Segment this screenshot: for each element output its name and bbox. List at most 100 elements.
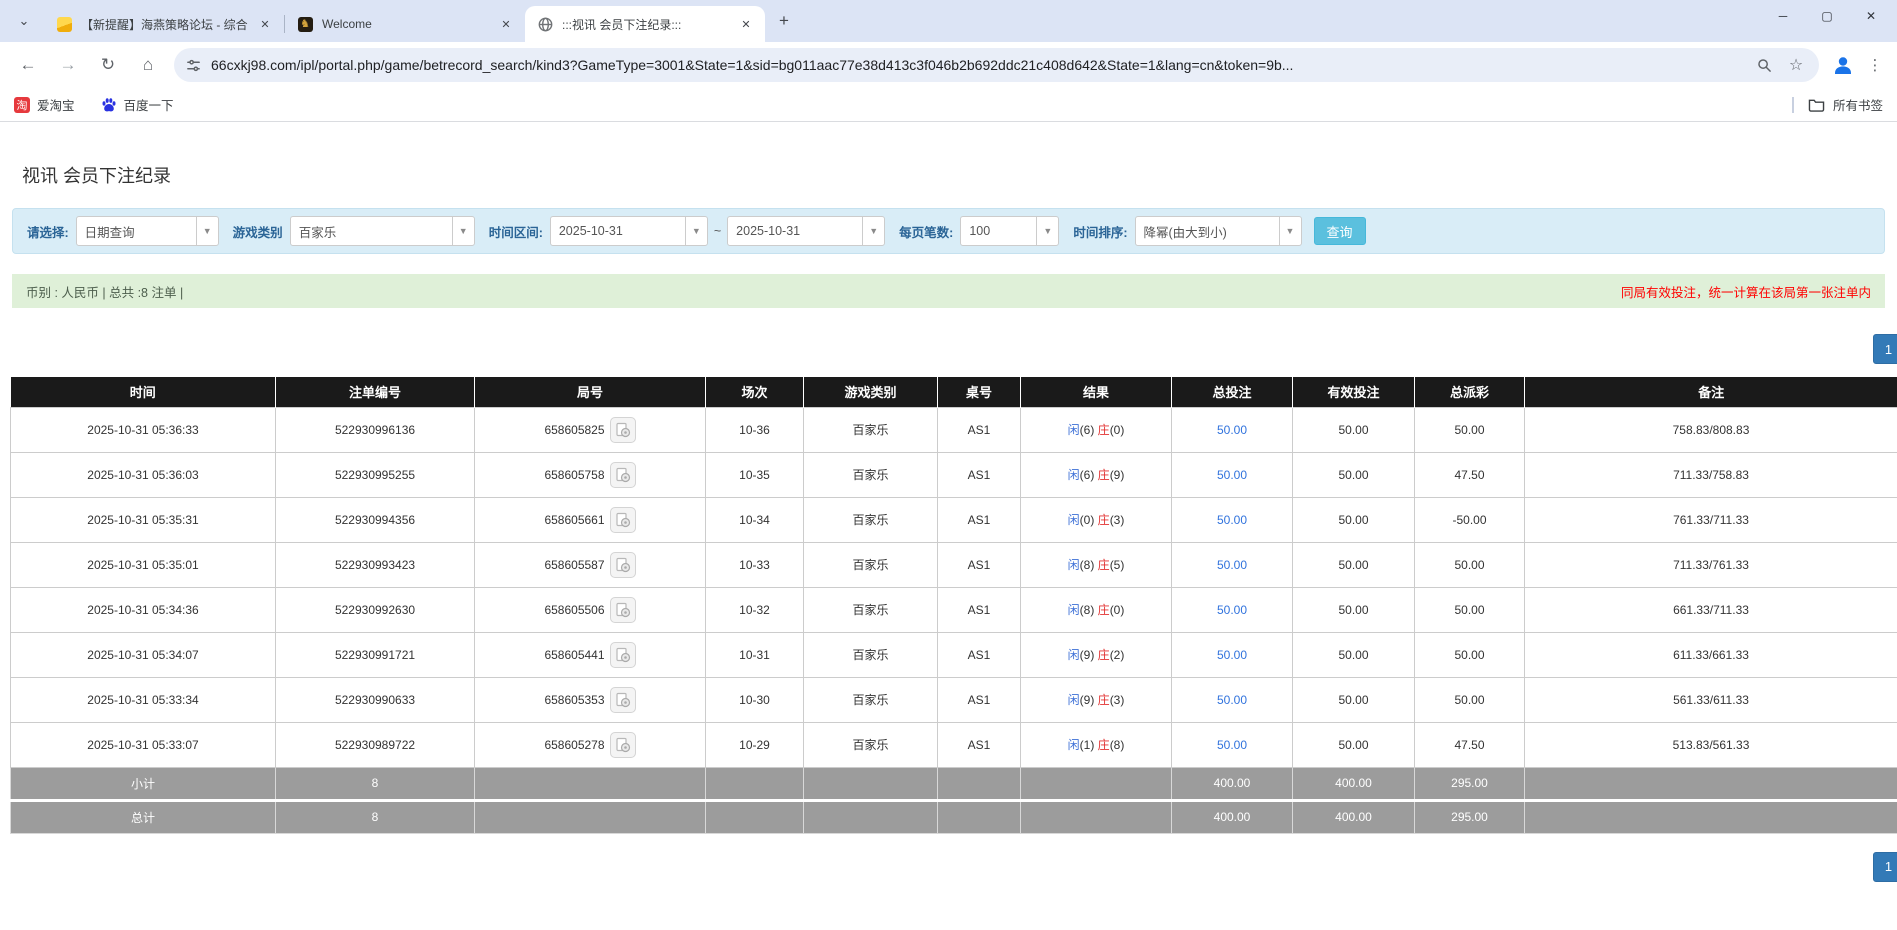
total-bet-link[interactable]: 50.00 xyxy=(1217,423,1247,437)
address-bar[interactable]: 66cxkj98.com/ipl/portal.php/game/betreco… xyxy=(174,48,1819,82)
total-bet-link[interactable]: 50.00 xyxy=(1217,558,1247,572)
close-icon[interactable]: ✕ xyxy=(497,15,515,33)
col-game-type: 游戏类别 xyxy=(803,377,938,407)
forward-button[interactable]: → xyxy=(52,49,84,81)
cell-note: 513.83/561.33 xyxy=(1524,721,1897,768)
video-replay-icon[interactable] xyxy=(609,416,636,443)
col-session: 场次 xyxy=(705,377,804,407)
table-header: 时间 注单编号 局号 场次 游戏类别 桌号 结果 总投注 有效投注 总派彩 备注 xyxy=(10,377,1897,407)
cell-bet-id: 522930990633 xyxy=(275,676,475,723)
table-row: 2025-10-31 05:33:34 522930990633 6586053… xyxy=(10,676,1897,723)
cell-payout: 50.00 xyxy=(1414,586,1525,633)
video-replay-icon[interactable] xyxy=(609,461,636,488)
cell-total-bet: 50.00 xyxy=(1171,406,1293,453)
video-replay-icon[interactable] xyxy=(609,686,636,713)
total-bet-link[interactable]: 50.00 xyxy=(1217,738,1247,752)
browser-toolbar: ← → ↻ ⌂ 66cxkj98.com/ipl/portal.php/game… xyxy=(0,42,1897,88)
cell-time: 2025-10-31 05:34:36 xyxy=(10,586,276,633)
cell-bet-id: 522930989722 xyxy=(275,721,475,768)
browser-menu-icon[interactable]: ⋮ xyxy=(1863,49,1887,81)
close-window-button[interactable]: ✕ xyxy=(1849,1,1893,31)
tab-title: Welcome xyxy=(322,17,372,31)
close-icon[interactable]: ✕ xyxy=(256,15,274,33)
tab-bet-record[interactable]: :::视讯 会员下注纪录::: ✕ xyxy=(525,6,765,42)
maximize-button[interactable]: ▢ xyxy=(1805,1,1849,31)
page-size-select[interactable]: 100 ▼ xyxy=(960,216,1060,246)
close-icon[interactable]: ✕ xyxy=(737,15,755,33)
url-text: 66cxkj98.com/ipl/portal.php/game/betreco… xyxy=(211,57,1294,73)
total-payout: 295.00 xyxy=(1414,799,1525,834)
all-bookmarks-button[interactable]: 所有书签 xyxy=(1808,95,1883,114)
cell-result: 闲(8) 庄(5) xyxy=(1020,541,1172,588)
page-1-button[interactable]: 1 xyxy=(1873,851,1897,882)
sort-label: 时间排序: xyxy=(1073,225,1128,240)
tab-search-button[interactable]: ⌄ xyxy=(10,7,38,35)
cell-game: 百家乐 xyxy=(803,496,938,543)
page-1-button[interactable]: 1 xyxy=(1873,334,1897,364)
cell-bet-id: 522930993423 xyxy=(275,541,475,588)
reload-button[interactable]: ↻ xyxy=(92,49,124,81)
cell-result: 闲(6) 庄(9) xyxy=(1020,451,1172,498)
total-bet-link[interactable]: 50.00 xyxy=(1217,468,1247,482)
welcome-favicon-icon: ♞ xyxy=(297,16,313,32)
tab-title: :::视讯 会员下注纪录::: xyxy=(562,17,682,32)
back-button[interactable]: ← xyxy=(12,49,44,81)
cell-bet-id: 522930995255 xyxy=(275,451,475,498)
cell-total-bet: 50.00 xyxy=(1171,496,1293,543)
query-type-select[interactable]: 日期查询 ▼ xyxy=(75,216,219,246)
video-replay-icon[interactable] xyxy=(609,551,636,578)
total-count: 8 xyxy=(275,799,475,834)
cell-game: 百家乐 xyxy=(803,586,938,633)
bookmark-taobao[interactable]: 淘 爱淘宝 xyxy=(14,95,75,114)
tab-title: 【新提醒】海燕策略论坛 - 综合 xyxy=(81,17,248,32)
cell-valid-bet: 50.00 xyxy=(1292,631,1415,678)
cell-bet-id: 522930994356 xyxy=(275,496,475,543)
cell-round: 658605441 xyxy=(474,631,706,678)
game-type-select[interactable]: 百家乐 ▼ xyxy=(289,216,475,246)
new-tab-button[interactable]: + xyxy=(771,8,797,34)
cell-round: 658605587 xyxy=(474,541,706,588)
chevron-down-icon: ▼ xyxy=(195,217,218,245)
home-button[interactable]: ⌂ xyxy=(132,49,164,81)
cell-game: 百家乐 xyxy=(803,406,938,453)
subtotal-payout: 295.00 xyxy=(1414,766,1525,802)
date-to-select[interactable]: 2025-10-31 ▼ xyxy=(727,216,886,246)
game-type-label: 游戏类别 xyxy=(232,225,283,240)
video-replay-icon[interactable] xyxy=(609,641,636,668)
cell-session: 10-35 xyxy=(705,451,804,498)
sort-select[interactable]: 降幂(由大到小) ▼ xyxy=(1134,216,1302,246)
bookmark-label: 百度一下 xyxy=(123,99,174,113)
profile-avatar[interactable] xyxy=(1827,49,1859,81)
cell-session: 10-29 xyxy=(705,721,804,768)
cell-payout: 50.00 xyxy=(1414,676,1525,723)
cell-valid-bet: 50.00 xyxy=(1292,541,1415,588)
minimize-button[interactable]: ─ xyxy=(1761,1,1805,31)
search-button[interactable]: 查询 xyxy=(1313,217,1366,245)
total-bet-link[interactable]: 50.00 xyxy=(1217,603,1247,617)
video-replay-icon[interactable] xyxy=(609,731,636,758)
date-from-select[interactable]: 2025-10-31 ▼ xyxy=(549,216,708,246)
date-range-tilde: ~ xyxy=(713,224,722,238)
total-bet-link[interactable]: 50.00 xyxy=(1217,513,1247,527)
cell-result: 闲(1) 庄(8) xyxy=(1020,721,1172,768)
total-bet-link[interactable]: 50.00 xyxy=(1217,648,1247,662)
bookmark-baidu[interactable]: 百度一下 xyxy=(101,95,174,114)
subtotal-label: 小计 xyxy=(10,766,276,802)
col-total-bet: 总投注 xyxy=(1171,377,1293,407)
bookmark-star-icon[interactable]: ☆ xyxy=(1783,52,1809,78)
cell-total-bet: 50.00 xyxy=(1171,451,1293,498)
tab-welcome[interactable]: ♞ Welcome ✕ xyxy=(285,6,525,42)
total-bet-link[interactable]: 50.00 xyxy=(1217,693,1247,707)
tab-forum[interactable]: 【新提醒】海燕策略论坛 - 综合 ✕ xyxy=(44,6,284,42)
col-payout: 总派彩 xyxy=(1414,377,1525,407)
zoom-icon[interactable] xyxy=(1751,52,1777,78)
video-replay-icon[interactable] xyxy=(609,596,636,623)
video-replay-icon[interactable] xyxy=(609,506,636,533)
site-settings-icon[interactable] xyxy=(186,58,201,73)
cell-total-bet: 50.00 xyxy=(1171,676,1293,723)
cell-note: 711.33/758.83 xyxy=(1524,451,1897,498)
globe-icon xyxy=(537,16,553,32)
cell-session: 10-36 xyxy=(705,406,804,453)
col-bet-id: 注单编号 xyxy=(275,377,475,407)
table-row: 2025-10-31 05:33:07 522930989722 6586052… xyxy=(10,721,1897,768)
